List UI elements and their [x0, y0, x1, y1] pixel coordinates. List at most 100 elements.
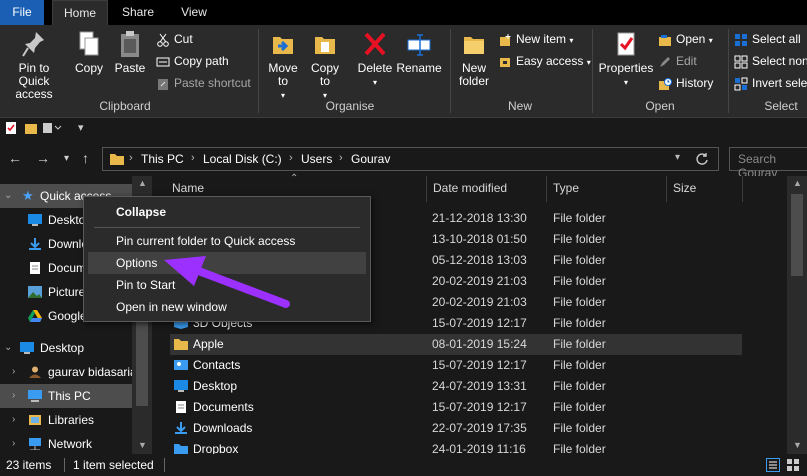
- open-group-label: Open: [645, 99, 675, 113]
- status-bar: 23 items 1 item selected: [0, 454, 807, 476]
- large-icons-view-icon[interactable]: [786, 458, 800, 472]
- breadcrumb-gourav[interactable]: Gourav: [351, 152, 390, 166]
- easy-access-icon: [500, 57, 510, 67]
- table-row[interactable]: Downloads 22-07-2019 17:35 File folder: [170, 418, 742, 439]
- address-dropdown-icon[interactable]: ▾: [675, 152, 680, 163]
- google-drive-icon: [28, 310, 42, 322]
- history-icon: [659, 77, 672, 90]
- nav-item-libraries[interactable]: › Libraries: [0, 408, 132, 432]
- scroll-down-icon[interactable]: ▼: [138, 440, 147, 450]
- organise-group-label: Organise: [325, 99, 375, 113]
- column-header-size[interactable]: Size: [673, 181, 696, 195]
- properties-button[interactable]: Properties ▾: [596, 29, 656, 89]
- table-row[interactable]: Contacts 15-07-2019 12:17 File folder: [170, 355, 742, 376]
- scissors-icon: [157, 33, 169, 47]
- nav-item-user[interactable]: › gaurav bidasaria: [0, 360, 137, 384]
- table-row[interactable]: Apple 08-01-2019 15:24 File folder: [170, 334, 742, 355]
- sort-ascending-icon: ⌃: [290, 173, 299, 184]
- column-header-name[interactable]: Name: [172, 181, 204, 195]
- history-button[interactable]: History: [658, 73, 713, 93]
- select-none-button[interactable]: Select non: [734, 51, 807, 71]
- scroll-up-icon[interactable]: ▲: [138, 178, 147, 188]
- open-icon: [659, 34, 671, 46]
- select-group-label: Select: [764, 99, 798, 113]
- address-bar[interactable]: › This PC › Local Disk (C:) › Users › Go…: [102, 147, 719, 171]
- column-header-type[interactable]: Type: [553, 181, 579, 195]
- easy-access-button[interactable]: Easy access ▾: [498, 51, 591, 71]
- forward-arrow-icon[interactable]: →: [36, 150, 50, 166]
- scrollbar-thumb[interactable]: [791, 194, 803, 276]
- new-folder-label: New folder: [458, 61, 490, 88]
- tab-home[interactable]: Home: [52, 0, 108, 25]
- ribbon-divider: [258, 29, 259, 113]
- back-arrow-icon[interactable]: ←: [8, 150, 22, 166]
- cut-button[interactable]: Cut: [156, 29, 193, 49]
- pin-quick-access-button[interactable]: Pin to Quick access: [2, 29, 66, 101]
- user-icon: [29, 366, 41, 378]
- column-divider[interactable]: [666, 176, 667, 202]
- desktop-icon: [174, 380, 188, 392]
- nav-item-network[interactable]: › Network: [0, 432, 132, 456]
- folder-icon: [174, 339, 188, 350]
- properties-qat-icon[interactable]: [4, 121, 18, 135]
- tab-view[interactable]: View: [168, 0, 220, 25]
- tab-share[interactable]: Share: [112, 0, 164, 25]
- ribbon-tab-bar: File Home Share View: [0, 0, 807, 25]
- rename-button[interactable]: Rename: [396, 29, 442, 75]
- column-divider[interactable]: [426, 176, 427, 202]
- refresh-icon[interactable]: [695, 152, 709, 166]
- ribbon-divider: [450, 29, 451, 113]
- copy-path-button[interactable]: Copy path: [156, 51, 229, 71]
- table-row[interactable]: Documents 15-07-2019 12:17 File folder: [170, 397, 742, 418]
- customize-qat-icon[interactable]: [42, 121, 66, 135]
- breadcrumb-local-disk[interactable]: Local Disk (C:): [203, 152, 282, 166]
- scroll-down-icon[interactable]: ▼: [793, 440, 802, 450]
- column-divider[interactable]: [742, 176, 743, 202]
- nav-item-desktop[interactable]: ⌄ Desktop: [0, 336, 132, 360]
- invert-selection-button[interactable]: Invert sele: [734, 73, 807, 93]
- document-icon: [30, 262, 40, 274]
- paste-button[interactable]: Paste: [112, 29, 148, 75]
- up-arrow-icon[interactable]: ↑: [82, 150, 89, 166]
- recent-locations-chevron-icon[interactable]: ▾: [64, 153, 69, 164]
- chevron-right-icon: ›: [12, 366, 16, 377]
- new-item-button[interactable]: New item ▾: [498, 29, 573, 49]
- new-folder-qat-icon[interactable]: [24, 121, 38, 135]
- details-view-icon[interactable]: [766, 458, 780, 472]
- open-button[interactable]: Open ▾: [658, 29, 713, 49]
- column-header-date[interactable]: Date modified: [433, 181, 507, 195]
- select-all-button[interactable]: Select all: [734, 29, 801, 49]
- selection-count: 1 item selected: [73, 458, 154, 472]
- menu-item-collapse[interactable]: Collapse: [88, 201, 366, 223]
- new-folder-button[interactable]: New folder: [454, 29, 494, 88]
- file-list-scrollbar[interactable]: ▲ ▼: [787, 176, 807, 454]
- delete-button[interactable]: Delete ▾: [354, 29, 396, 89]
- move-to-button[interactable]: Move to ▾: [264, 29, 302, 102]
- column-divider[interactable]: [546, 176, 547, 202]
- select-none-icon: [734, 55, 748, 69]
- copy-to-button[interactable]: Copy to ▾: [306, 29, 344, 102]
- rename-label: Rename: [396, 61, 442, 75]
- copy-path-icon: [156, 57, 170, 67]
- search-input[interactable]: Search Gourav: [729, 147, 807, 180]
- paste-shortcut-button[interactable]: Paste shortcut: [156, 73, 251, 93]
- chevron-right-icon: ›: [12, 414, 16, 425]
- chevron-right-icon: ›: [12, 390, 16, 401]
- delete-x-icon: [364, 32, 386, 56]
- invert-selection-icon: [734, 77, 748, 91]
- qat-dropdown-icon[interactable]: ▾: [78, 121, 84, 134]
- nav-item-this-pc[interactable]: › This PC: [0, 384, 132, 408]
- move-to-label: Move to: [268, 61, 298, 88]
- breadcrumb-this-pc[interactable]: This PC: [141, 152, 184, 166]
- edit-button[interactable]: Edit: [658, 51, 697, 71]
- scroll-up-icon[interactable]: ▲: [793, 178, 802, 188]
- desktop-icon: [28, 214, 42, 226]
- breadcrumb-separator: ›: [191, 152, 195, 164]
- breadcrumb-users[interactable]: Users: [301, 152, 332, 166]
- ribbon-divider: [592, 29, 593, 113]
- copy-button[interactable]: Copy: [72, 29, 106, 75]
- table-row[interactable]: Desktop 24-07-2019 13:31 File folder: [170, 376, 742, 397]
- document-icon: [176, 401, 186, 413]
- annotation-arrow-icon: [164, 256, 290, 308]
- tab-file[interactable]: File: [0, 0, 44, 25]
